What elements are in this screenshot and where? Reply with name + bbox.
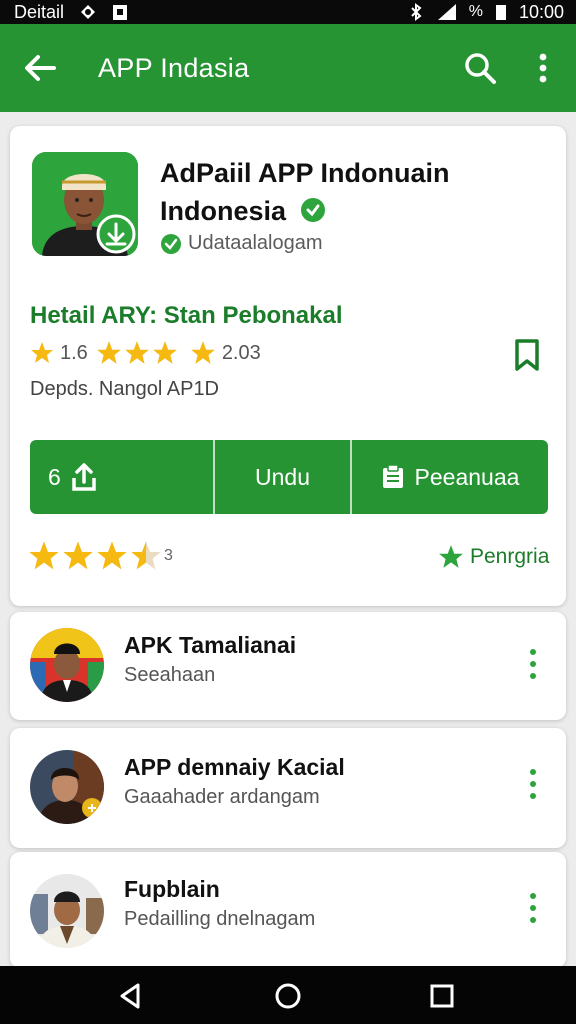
clipboard-icon bbox=[113, 5, 128, 20]
share-icon bbox=[72, 463, 96, 491]
star-icon bbox=[152, 341, 177, 364]
more-vert-icon[interactable] bbox=[524, 646, 542, 682]
premium-label: Penrgria bbox=[470, 545, 550, 568]
back-arrow-icon[interactable] bbox=[20, 48, 60, 88]
app-name-line1: AdPaiil APP Indonuain bbox=[160, 158, 450, 188]
list-item-subtitle: Gaaahader ardangam bbox=[124, 786, 320, 808]
star-icon bbox=[124, 341, 149, 364]
star-icon bbox=[96, 341, 121, 364]
section-title: Hetail ARY: Stan Pebonakal bbox=[30, 302, 343, 329]
nav-back-icon[interactable] bbox=[114, 980, 146, 1012]
developer-row[interactable]: Udataalalogam bbox=[160, 232, 323, 255]
star-icon bbox=[97, 541, 127, 570]
verified-icon bbox=[300, 198, 325, 222]
bookmark-icon[interactable] bbox=[512, 338, 542, 372]
list-item[interactable]: APP demnaiy Kacial Gaaahader ardangam bbox=[10, 728, 566, 848]
user-rating-stars[interactable]: 3 bbox=[28, 540, 173, 572]
more-vert-icon[interactable] bbox=[524, 890, 542, 926]
signal-icon bbox=[437, 4, 456, 20]
avatar bbox=[30, 874, 104, 948]
app-icon-portrait bbox=[32, 152, 138, 256]
verified-small-icon bbox=[161, 233, 181, 254]
rating-row: 1.6 2.03 bbox=[30, 340, 267, 366]
avatar bbox=[30, 750, 104, 824]
star-badge-icon bbox=[439, 545, 463, 568]
more-vert-icon[interactable] bbox=[524, 766, 542, 802]
secondary-action-label: Peeanuaa bbox=[414, 463, 520, 490]
rating-right-value: 2.03 bbox=[221, 341, 261, 364]
nav-home-icon[interactable] bbox=[272, 980, 304, 1012]
download-button[interactable]: Undu bbox=[213, 440, 350, 514]
list-item-title: APK Tamalianai bbox=[124, 632, 297, 658]
list-item-subtitle: Pedailling dnelnagam bbox=[124, 908, 316, 930]
star-icon bbox=[29, 541, 59, 570]
list-item[interactable]: Fupblain Pedailling dnelnagam bbox=[10, 852, 566, 968]
app-icon[interactable] bbox=[32, 152, 138, 256]
rating-suffix: 3 bbox=[164, 547, 173, 564]
star-icon bbox=[63, 541, 93, 570]
list-item[interactable]: APK Tamalianai Seeahaan bbox=[10, 612, 566, 720]
action-bar: 6 Undu Peeanuaa bbox=[30, 440, 548, 514]
app-name-line2: Indonesia bbox=[160, 196, 287, 226]
premium-badge[interactable]: Penrgria bbox=[438, 544, 549, 570]
list-item-title: APP demnaiy Kacial bbox=[124, 754, 345, 780]
app-meta: Depds. Nangol AP1D bbox=[30, 378, 220, 400]
status-bar: Deitail % 10:00 bbox=[0, 0, 576, 24]
star-half-icon bbox=[131, 541, 161, 570]
battery-icon bbox=[495, 5, 506, 20]
share-count: 6 bbox=[48, 463, 61, 490]
status-time: 10:00 bbox=[518, 1, 564, 22]
notification-icon bbox=[81, 5, 96, 19]
app-bar-title: APP Indasia bbox=[98, 53, 250, 83]
status-left-text: Deitail bbox=[14, 1, 65, 22]
more-vert-icon[interactable] bbox=[526, 48, 560, 88]
star-icon bbox=[31, 342, 53, 363]
list-item-title: Fupblain bbox=[124, 876, 220, 902]
app-bar: APP Indasia bbox=[0, 24, 576, 112]
secondary-action-button[interactable]: Peeanuaa bbox=[350, 440, 548, 514]
nav-recent-icon[interactable] bbox=[426, 980, 458, 1012]
battery-percent: % bbox=[468, 3, 483, 20]
avatar bbox=[30, 628, 104, 702]
app-detail-card: AdPaiil APP Indonuain Indonesia Udataala… bbox=[10, 126, 566, 606]
navigation-bar bbox=[0, 966, 576, 1024]
rating-left-value: 1.6 bbox=[60, 341, 88, 364]
developer-name: Udataalalogam bbox=[188, 232, 323, 254]
search-icon[interactable] bbox=[460, 48, 500, 88]
app-name: AdPaiil APP Indonuain Indonesia bbox=[160, 154, 552, 230]
list-item-subtitle: Seeahaan bbox=[124, 664, 216, 686]
download-label: Undu bbox=[255, 463, 310, 490]
bluetooth-icon bbox=[411, 3, 422, 21]
share-button[interactable]: 6 bbox=[30, 440, 213, 514]
star-icon bbox=[190, 341, 215, 364]
calendar-icon bbox=[382, 464, 403, 488]
